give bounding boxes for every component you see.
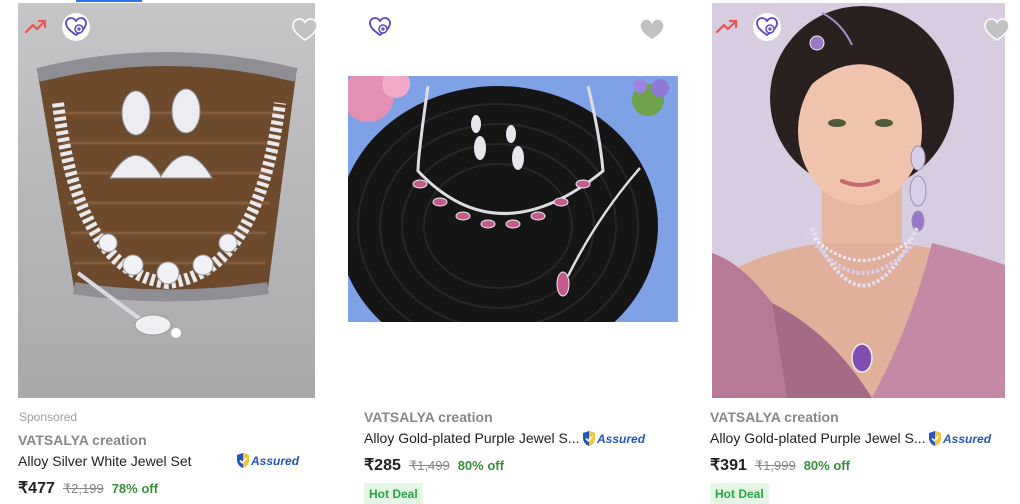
product-brand: VATSALYA creation (710, 409, 839, 425)
price-row: ₹285 ₹1,499 80% off (364, 455, 504, 475)
hot-deal-badge: Hot Deal (710, 483, 769, 504)
shield-check-icon (929, 431, 941, 446)
original-price: ₹1,499 (408, 458, 450, 473)
assured-label: Assured (597, 431, 646, 446)
original-price: ₹2,199 (62, 481, 104, 496)
discount-percent: 80% off (803, 458, 850, 473)
product-title[interactable]: Alloy Gold-plated Purple Jewel S... (710, 430, 926, 446)
assured-badge: Assured (928, 430, 991, 447)
product-image[interactable] (348, 76, 678, 322)
original-price: ₹1,999 (754, 458, 796, 473)
hot-deal-badge: Hot Deal (364, 483, 423, 504)
trending-up-icon (715, 19, 738, 34)
assured-badge: Assured (236, 452, 299, 469)
price-row: ₹477 ₹2,199 78% off (18, 478, 158, 498)
product-brand: VATSALYA creation (364, 409, 493, 425)
price-row: ₹391 ₹1,999 80% off (710, 455, 850, 475)
assured-badge: Assured (582, 430, 645, 447)
heart-plus-icon[interactable] (62, 13, 90, 41)
heart-icon[interactable] (984, 18, 1010, 42)
heart-plus-icon[interactable] (753, 13, 781, 41)
discount-percent: 78% off (111, 481, 158, 496)
sponsored-label: Sponsored (19, 410, 78, 424)
selling-price: ₹391 (710, 457, 747, 474)
product-card[interactable]: VATSALYA creation Alloy Gold-plated Purp… (346, 0, 692, 504)
selling-price: ₹477 (18, 480, 55, 497)
assured-label: Assured (943, 431, 992, 446)
product-image[interactable] (712, 3, 1005, 398)
trending-up-icon (24, 19, 47, 34)
assured-label: Assured (251, 453, 300, 468)
product-brand: VATSALYA creation (18, 432, 147, 448)
shield-check-icon (237, 453, 249, 468)
heart-icon[interactable] (639, 18, 665, 42)
heart-plus-icon[interactable] (366, 13, 394, 41)
discount-percent: 80% off (457, 458, 504, 473)
product-title[interactable]: Alloy Silver White Jewel Set (18, 453, 192, 469)
product-title[interactable]: Alloy Gold-plated Purple Jewel S... (364, 430, 580, 446)
product-image[interactable] (18, 3, 315, 398)
product-card[interactable]: Sponsored VATSALYA creation Alloy Silver… (0, 0, 330, 504)
selling-price: ₹285 (364, 457, 401, 474)
product-card[interactable]: VATSALYA creation Alloy Gold-plated Purp… (692, 0, 1020, 504)
shield-check-icon (583, 431, 595, 446)
heart-icon[interactable] (292, 18, 318, 42)
